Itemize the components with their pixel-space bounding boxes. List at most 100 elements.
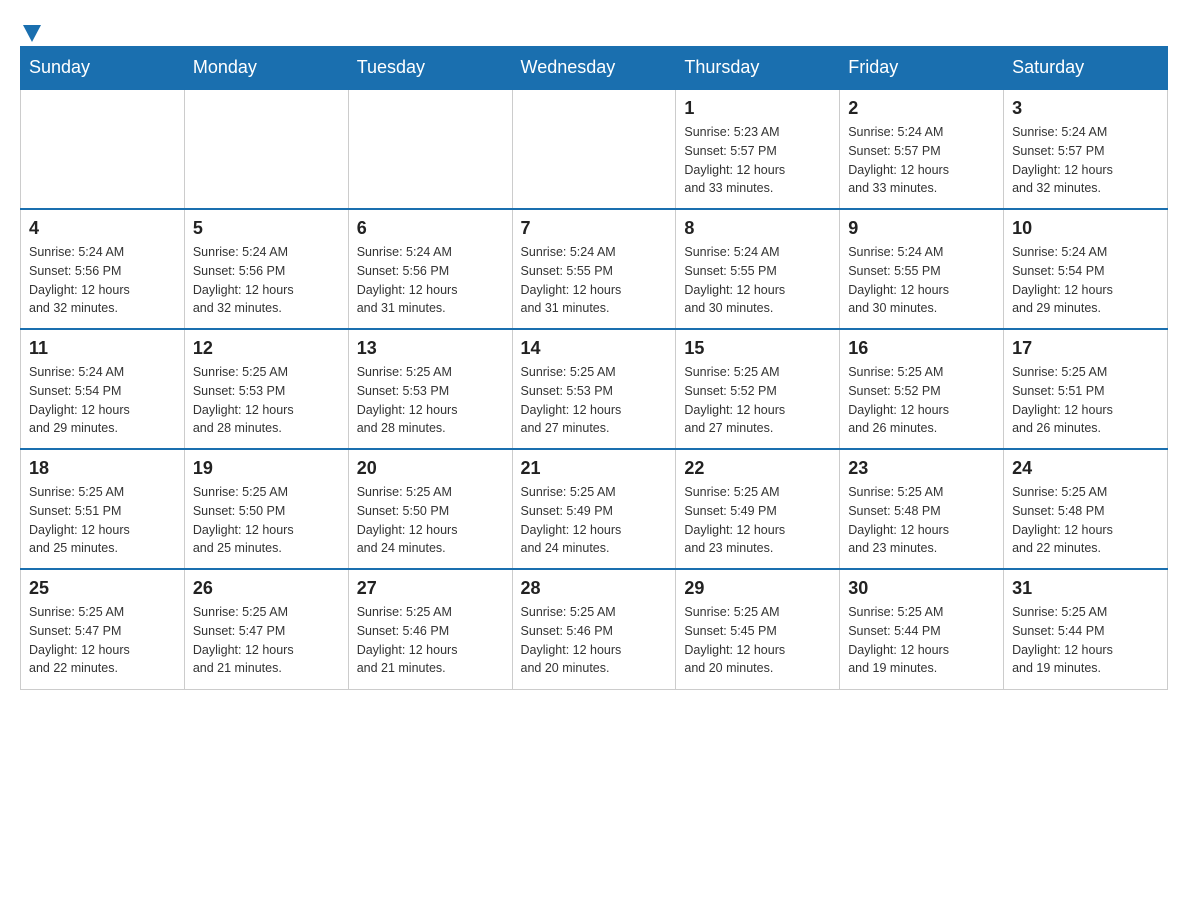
day-number: 3 [1012, 98, 1159, 119]
day-number: 14 [521, 338, 668, 359]
day-number: 19 [193, 458, 340, 479]
calendar-week-row: 11 Sunrise: 5:24 AM Sunset: 5:54 PM Dayli… [21, 329, 1168, 449]
calendar-header-monday: Monday [184, 47, 348, 90]
calendar-cell [184, 89, 348, 209]
calendar-header-friday: Friday [840, 47, 1004, 90]
page-header [20, 20, 1168, 36]
day-info: Sunrise: 5:24 AM Sunset: 5:56 PM Dayligh… [357, 243, 504, 318]
day-info: Sunrise: 5:25 AM Sunset: 5:51 PM Dayligh… [1012, 363, 1159, 438]
day-number: 9 [848, 218, 995, 239]
day-number: 8 [684, 218, 831, 239]
day-info: Sunrise: 5:25 AM Sunset: 5:49 PM Dayligh… [684, 483, 831, 558]
day-number: 7 [521, 218, 668, 239]
day-info: Sunrise: 5:25 AM Sunset: 5:47 PM Dayligh… [193, 603, 340, 678]
day-info: Sunrise: 5:24 AM Sunset: 5:57 PM Dayligh… [848, 123, 995, 198]
calendar-week-row: 4Sunrise: 5:24 AM Sunset: 5:56 PM Daylig… [21, 209, 1168, 329]
day-number: 24 [1012, 458, 1159, 479]
calendar-cell: 20 Sunrise: 5:25 AM Sunset: 5:50 PM Dayli… [348, 449, 512, 569]
calendar-header-saturday: Saturday [1004, 47, 1168, 90]
day-info: Sunrise: 5:25 AM Sunset: 5:50 PM Dayligh… [193, 483, 340, 558]
calendar-cell: 10 Sunrise: 5:24 AM Sunset: 5:54 PM Dayli… [1004, 209, 1168, 329]
day-info: Sunrise: 5:25 AM Sunset: 5:47 PM Dayligh… [29, 603, 176, 678]
day-info: Sunrise: 5:24 AM Sunset: 5:55 PM Dayligh… [521, 243, 668, 318]
calendar-cell: 27 Sunrise: 5:25 AM Sunset: 5:46 PM Dayli… [348, 569, 512, 689]
day-number: 23 [848, 458, 995, 479]
day-info: Sunrise: 5:24 AM Sunset: 5:56 PM Dayligh… [29, 243, 176, 318]
day-info: Sunrise: 5:24 AM Sunset: 5:54 PM Dayligh… [29, 363, 176, 438]
day-info: Sunrise: 5:25 AM Sunset: 5:52 PM Dayligh… [684, 363, 831, 438]
calendar-cell: 21Sunrise: 5:25 AM Sunset: 5:49 PM Dayli… [512, 449, 676, 569]
day-number: 11 [29, 338, 176, 359]
day-info: Sunrise: 5:23 AM Sunset: 5:57 PM Dayligh… [684, 123, 831, 198]
logo-triangle-icon [21, 22, 43, 44]
day-number: 16 [848, 338, 995, 359]
calendar-header-wednesday: Wednesday [512, 47, 676, 90]
calendar-cell: 23 Sunrise: 5:25 AM Sunset: 5:48 PM Dayli… [840, 449, 1004, 569]
calendar-cell: 5 Sunrise: 5:24 AM Sunset: 5:56 PM Daylig… [184, 209, 348, 329]
day-info: Sunrise: 5:24 AM Sunset: 5:56 PM Dayligh… [193, 243, 340, 318]
calendar-cell: 26 Sunrise: 5:25 AM Sunset: 5:47 PM Dayli… [184, 569, 348, 689]
calendar-cell [348, 89, 512, 209]
day-info: Sunrise: 5:25 AM Sunset: 5:48 PM Dayligh… [848, 483, 995, 558]
day-info: Sunrise: 5:24 AM Sunset: 5:55 PM Dayligh… [684, 243, 831, 318]
day-number: 15 [684, 338, 831, 359]
day-info: Sunrise: 5:25 AM Sunset: 5:44 PM Dayligh… [1012, 603, 1159, 678]
calendar-cell: 25 Sunrise: 5:25 AM Sunset: 5:47 PM Dayli… [21, 569, 185, 689]
calendar-cell: 1 Sunrise: 5:23 AM Sunset: 5:57 PM Daylig… [676, 89, 840, 209]
calendar-header-sunday: Sunday [21, 47, 185, 90]
day-number: 12 [193, 338, 340, 359]
calendar-header-tuesday: Tuesday [348, 47, 512, 90]
day-number: 25 [29, 578, 176, 599]
day-number: 5 [193, 218, 340, 239]
calendar-cell: 22 Sunrise: 5:25 AM Sunset: 5:49 PM Dayli… [676, 449, 840, 569]
calendar-cell: 6 Sunrise: 5:24 AM Sunset: 5:56 PM Daylig… [348, 209, 512, 329]
day-info: Sunrise: 5:25 AM Sunset: 5:53 PM Dayligh… [357, 363, 504, 438]
day-number: 1 [684, 98, 831, 119]
day-info: Sunrise: 5:25 AM Sunset: 5:45 PM Dayligh… [684, 603, 831, 678]
calendar-cell [21, 89, 185, 209]
day-number: 2 [848, 98, 995, 119]
calendar-week-row: 25 Sunrise: 5:25 AM Sunset: 5:47 PM Dayli… [21, 569, 1168, 689]
day-info: Sunrise: 5:25 AM Sunset: 5:51 PM Dayligh… [29, 483, 176, 558]
calendar-cell: 30Sunrise: 5:25 AM Sunset: 5:44 PM Dayli… [840, 569, 1004, 689]
calendar-cell: 11 Sunrise: 5:24 AM Sunset: 5:54 PM Dayli… [21, 329, 185, 449]
day-info: Sunrise: 5:25 AM Sunset: 5:46 PM Dayligh… [521, 603, 668, 678]
day-info: Sunrise: 5:25 AM Sunset: 5:53 PM Dayligh… [193, 363, 340, 438]
calendar-cell: 14Sunrise: 5:25 AM Sunset: 5:53 PM Dayli… [512, 329, 676, 449]
day-number: 20 [357, 458, 504, 479]
calendar-week-row: 1 Sunrise: 5:23 AM Sunset: 5:57 PM Daylig… [21, 89, 1168, 209]
day-number: 22 [684, 458, 831, 479]
day-info: Sunrise: 5:25 AM Sunset: 5:46 PM Dayligh… [357, 603, 504, 678]
calendar-header-thursday: Thursday [676, 47, 840, 90]
day-info: Sunrise: 5:24 AM Sunset: 5:55 PM Dayligh… [848, 243, 995, 318]
day-number: 31 [1012, 578, 1159, 599]
day-info: Sunrise: 5:25 AM Sunset: 5:44 PM Dayligh… [848, 603, 995, 678]
calendar-header-row: SundayMondayTuesdayWednesdayThursdayFrid… [21, 47, 1168, 90]
day-info: Sunrise: 5:25 AM Sunset: 5:52 PM Dayligh… [848, 363, 995, 438]
day-info: Sunrise: 5:24 AM Sunset: 5:54 PM Dayligh… [1012, 243, 1159, 318]
calendar-cell: 15 Sunrise: 5:25 AM Sunset: 5:52 PM Dayli… [676, 329, 840, 449]
day-number: 27 [357, 578, 504, 599]
logo [20, 20, 43, 36]
calendar-cell: 28Sunrise: 5:25 AM Sunset: 5:46 PM Dayli… [512, 569, 676, 689]
day-number: 21 [521, 458, 668, 479]
calendar-cell: 7 Sunrise: 5:24 AM Sunset: 5:55 PM Daylig… [512, 209, 676, 329]
calendar-cell: 19 Sunrise: 5:25 AM Sunset: 5:50 PM Dayli… [184, 449, 348, 569]
calendar-cell: 3Sunrise: 5:24 AM Sunset: 5:57 PM Daylig… [1004, 89, 1168, 209]
day-info: Sunrise: 5:25 AM Sunset: 5:48 PM Dayligh… [1012, 483, 1159, 558]
calendar-cell: 8 Sunrise: 5:24 AM Sunset: 5:55 PM Daylig… [676, 209, 840, 329]
calendar-cell: 17Sunrise: 5:25 AM Sunset: 5:51 PM Dayli… [1004, 329, 1168, 449]
day-number: 13 [357, 338, 504, 359]
day-number: 29 [684, 578, 831, 599]
day-number: 26 [193, 578, 340, 599]
day-info: Sunrise: 5:25 AM Sunset: 5:50 PM Dayligh… [357, 483, 504, 558]
calendar-cell: 2 Sunrise: 5:24 AM Sunset: 5:57 PM Daylig… [840, 89, 1004, 209]
calendar-table: SundayMondayTuesdayWednesdayThursdayFrid… [20, 46, 1168, 690]
calendar-cell: 4Sunrise: 5:24 AM Sunset: 5:56 PM Daylig… [21, 209, 185, 329]
day-number: 6 [357, 218, 504, 239]
day-number: 18 [29, 458, 176, 479]
calendar-cell: 13 Sunrise: 5:25 AM Sunset: 5:53 PM Dayli… [348, 329, 512, 449]
day-number: 10 [1012, 218, 1159, 239]
calendar-cell: 31 Sunrise: 5:25 AM Sunset: 5:44 PM Dayli… [1004, 569, 1168, 689]
calendar-cell: 24 Sunrise: 5:25 AM Sunset: 5:48 PM Dayli… [1004, 449, 1168, 569]
